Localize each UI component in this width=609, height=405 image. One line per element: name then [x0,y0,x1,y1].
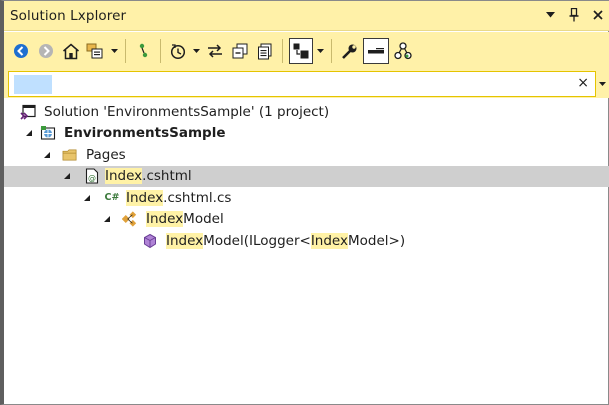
expanded-arrow-icon[interactable] [102,214,112,224]
show-all-files-button[interactable] [254,38,276,64]
forward-icon [38,43,54,59]
history-dropdown[interactable] [192,38,200,64]
tree-node-label: IndexModel(ILogger<IndexModel>) [166,232,406,249]
close-button[interactable] [591,7,605,23]
tree-node-pages-folder[interactable]: Pages [4,144,609,166]
expanded-arrow-icon[interactable] [82,193,92,203]
toolbar-separator [331,39,332,63]
tree-node-label: Index.cshtml [105,168,192,185]
expanded-arrow-icon[interactable] [42,150,52,160]
auto-hide-button[interactable] [567,7,581,23]
window-position-dropdown[interactable] [543,7,557,23]
tree-node-label: Solution 'EnvironmentsSample' (1 project… [44,103,330,120]
label-rest: Model>) [347,232,406,249]
window-title: Solution Lxplorer [10,7,127,24]
tree-node-index-cshtml-cs[interactable]: C# Index.cshtml.cs [4,187,609,209]
tree-node-project[interactable]: EnvironmentsSample [4,123,609,145]
label-rest: .cshtml.cs [163,189,232,206]
forward-button[interactable] [35,38,57,64]
toolbar-separator [282,39,283,63]
preview-selected-items-toggle[interactable] [289,38,313,64]
caret-down-icon [316,49,324,53]
switch-views-dropdown[interactable] [110,38,118,64]
close-icon: × [577,75,589,91]
tree-node-label: Pages [86,146,126,163]
sync-icon [207,43,223,59]
tree-node-label: IndexModel [146,211,224,228]
search-match: Index [126,189,164,206]
razor-file-icon: @ [84,168,100,184]
caret-down-icon [599,82,606,86]
preview-selected-icon [292,42,310,60]
dock-toggle[interactable] [363,38,389,64]
csharp-file-icon: C# [103,190,121,206]
history-icon [169,42,187,60]
expanded-arrow-icon[interactable] [24,128,34,138]
tree-node-index-cshtml[interactable]: @ Index.cshtml [4,165,609,187]
toolbar-separator [160,39,161,63]
home-icon [62,43,80,60]
diagram-icon [394,42,412,60]
tree-node-indexmodel-constructor[interactable]: IndexModel(ILogger<IndexModel>) [4,230,609,252]
label-mid: Model(ILogger< [203,232,311,249]
home-button[interactable] [60,38,82,64]
pin-icon [569,8,579,22]
pending-changes-icon [136,43,150,59]
switch-views-button[interactable] [85,38,107,64]
clear-search-button[interactable]: × [577,75,589,91]
label-rest: Model [183,211,224,228]
solution-tree: Solution 'EnvironmentsSample' (1 project… [4,101,609,252]
method-icon [142,233,158,249]
toolbar [4,32,609,70]
history-button[interactable] [167,38,189,64]
search-match: Index [166,232,204,249]
web-project-icon [40,125,56,141]
chevron-down-icon [545,12,555,18]
collapse-all-icon [232,43,248,59]
show-all-files-icon [257,43,273,60]
pending-changes-filter-button[interactable] [132,38,154,64]
class-icon [122,211,138,227]
expanded-arrow-icon[interactable] [62,171,72,181]
tree-node-solution[interactable]: Solution 'EnvironmentsSample' (1 project… [4,101,609,123]
back-icon [13,43,29,59]
close-icon [593,10,603,20]
tree-node-label: Index.cshtml.cs [126,189,232,206]
folder-icon [62,147,78,163]
caret-down-icon [192,49,200,53]
svg-text:@: @ [88,174,96,183]
switch-views-icon [86,43,106,59]
tree-node-label: EnvironmentsSample [64,125,226,142]
search-bar: × [4,70,609,98]
back-button[interactable] [10,38,32,64]
solution-icon [20,104,36,120]
search-match: Index [310,232,348,249]
sync-with-active-document-button[interactable] [204,38,226,64]
label-rest: .cshtml [142,168,192,185]
toolbar-separator [125,39,126,63]
solution-explorer-window: Solution Lxplorer index × Solution 'Envi… [0,0,609,405]
properties-icon [341,43,358,60]
collapse-all-button[interactable] [229,38,251,64]
preview-dropdown[interactable] [316,38,324,64]
title-actions [543,7,605,23]
dock-icon [366,42,386,60]
search-input[interactable] [9,72,549,96]
tree-node-indexmodel-class[interactable]: IndexModel [4,209,609,231]
csharp-icon-text: C# [104,192,120,204]
properties-button[interactable] [338,38,360,64]
search-box: × [8,71,596,97]
title-bar: Solution Lxplorer [4,1,609,31]
search-match: Index [146,211,184,228]
caret-down-icon [110,49,118,53]
search-options-dropdown[interactable] [596,71,609,97]
search-match: Index [105,168,143,185]
class-diagram-button[interactable] [392,38,414,64]
